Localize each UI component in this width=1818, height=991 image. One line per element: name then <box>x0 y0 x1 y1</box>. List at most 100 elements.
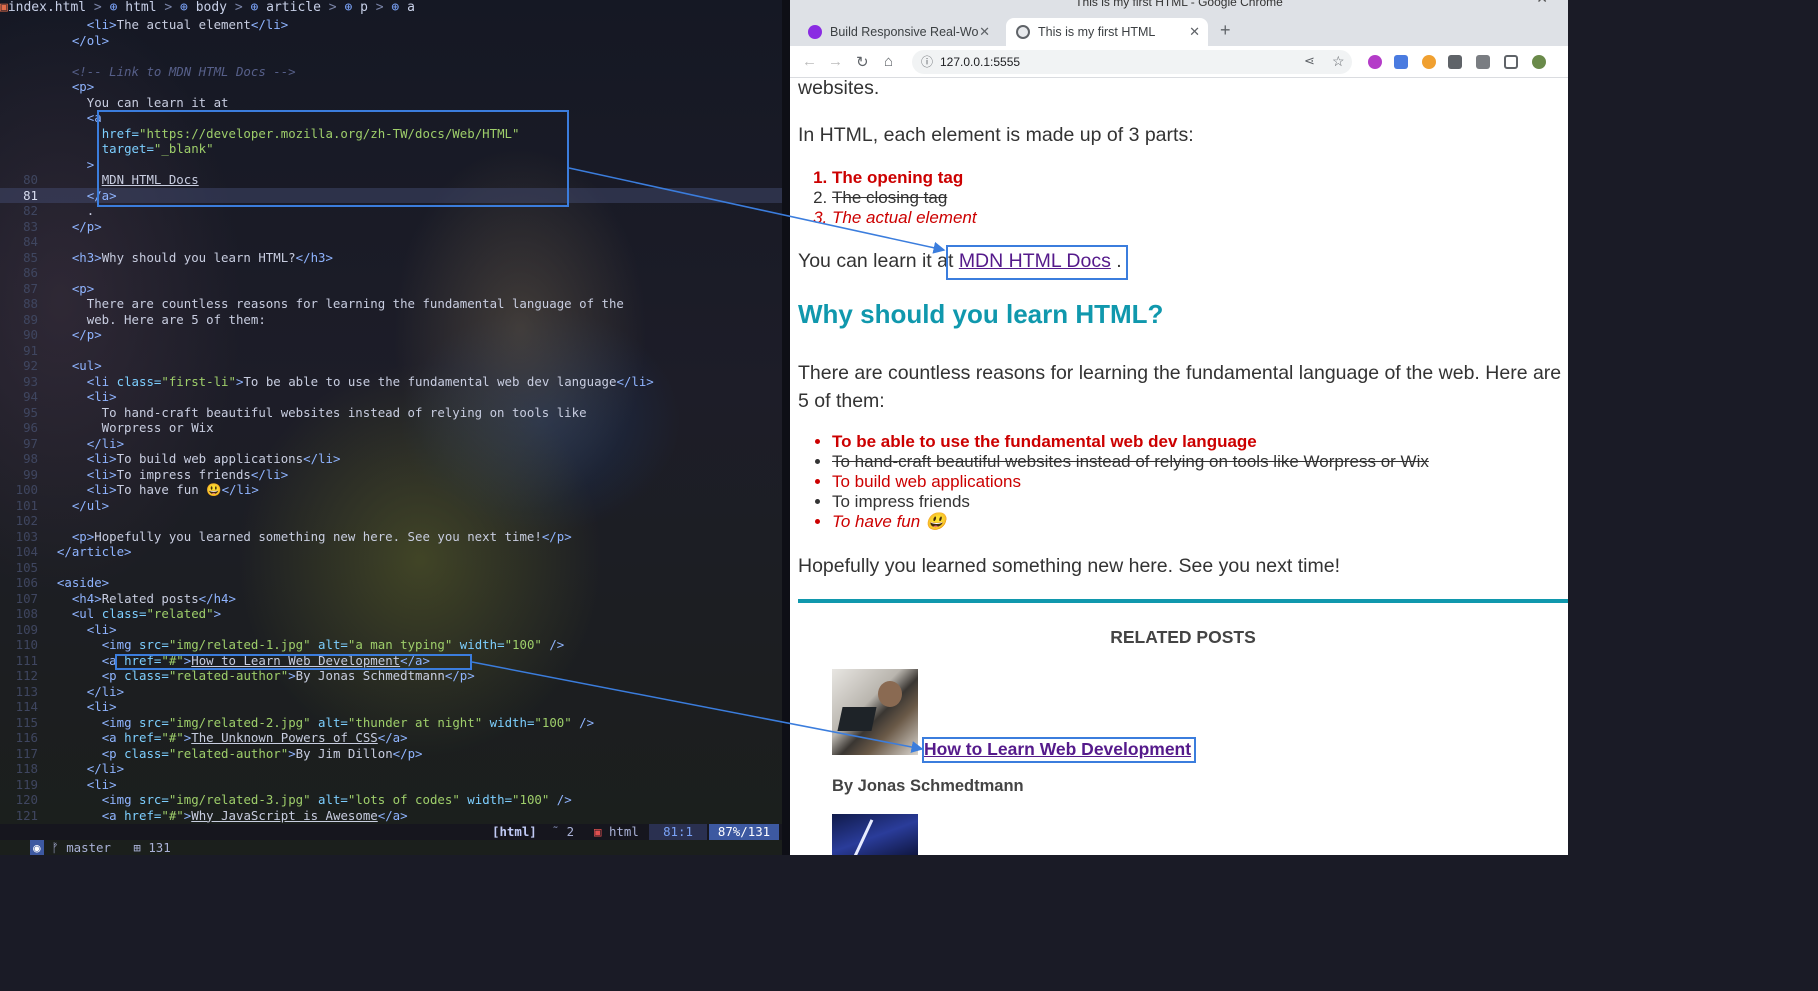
code-line[interactable]: 89 web. Here are 5 of them: <box>0 312 782 328</box>
home-icon[interactable]: ⌂ <box>884 53 893 70</box>
code-line[interactable]: 119 <li> <box>0 777 782 793</box>
code-line[interactable]: 105 <box>0 560 782 576</box>
extension-1-icon[interactable] <box>1368 55 1382 69</box>
close-tab-icon[interactable]: ✕ <box>979 24 990 40</box>
code-line[interactable]: 100 <li>To have fun 😃</li> <box>0 482 782 498</box>
line-number: 92 <box>23 358 38 373</box>
code-line[interactable]: 86 <box>0 265 782 281</box>
code-line[interactable]: 91 <box>0 343 782 359</box>
code-line[interactable]: 118 </li> <box>0 761 782 777</box>
line-number: 105 <box>15 559 38 575</box>
code-line[interactable]: 121 <a href="#">Why JavaScript is Awesom… <box>0 808 782 824</box>
line-number: 120 <box>15 792 38 807</box>
code-line[interactable]: 84 <box>0 234 782 250</box>
code-line[interactable]: 106 <aside> <box>0 575 782 591</box>
breadcrumb-item[interactable]: p <box>360 0 368 15</box>
code-line[interactable] <box>0 48 782 64</box>
list-item: The opening tag <box>832 168 977 188</box>
code-line[interactable]: 95 To hand-craft beautiful websites inst… <box>0 405 782 421</box>
line-number: 109 <box>15 621 38 637</box>
code-line[interactable]: 113 </li> <box>0 684 782 700</box>
scroll-percent: 87%/131 <box>709 824 779 840</box>
code-line[interactable]: 96 Worpress or Wix <box>0 420 782 436</box>
code-line[interactable]: 104 </article> <box>0 544 782 560</box>
line-number: 121 <box>15 807 38 823</box>
code-line[interactable]: 116 <a href="#">The Unknown Powers of CS… <box>0 730 782 746</box>
code-line[interactable]: <p> <box>0 79 782 95</box>
pane-divider[interactable] <box>782 0 790 855</box>
line-number: 113 <box>15 683 38 699</box>
code-line[interactable]: 88 There are countless reasons for learn… <box>0 296 782 312</box>
line-number: 102 <box>15 513 38 528</box>
code-line[interactable]: 103 <p>Hopefully you learned something n… <box>0 529 782 545</box>
code-line[interactable]: You can learn it at <box>0 95 782 111</box>
share-icon[interactable]: ⋖ <box>1304 53 1315 69</box>
media-icon[interactable] <box>1476 55 1490 69</box>
tab-build-responsive[interactable]: Build Responsive Real-Wo ✕ <box>798 18 998 46</box>
breadcrumb-item[interactable]: body <box>196 0 227 15</box>
extensions-puzzle-icon[interactable] <box>1448 55 1462 69</box>
code-line[interactable]: </ol> <box>0 33 782 49</box>
code-line[interactable]: 117 <p class="related-author">By Jim Dil… <box>0 746 782 762</box>
breadcrumb-item[interactable]: index.html <box>8 0 86 15</box>
code-line[interactable]: 110 <img src="img/related-1.jpg" alt="a … <box>0 637 782 653</box>
side-panel-icon[interactable] <box>1504 55 1518 69</box>
html-file-icon: ▣ <box>594 824 602 839</box>
close-tab-icon[interactable]: ✕ <box>1189 24 1200 40</box>
breadcrumb-item[interactable]: html <box>125 0 156 15</box>
reload-icon[interactable]: ↻ <box>856 53 869 71</box>
filetype-bracket: [html] <box>492 824 537 839</box>
code-line[interactable]: 120 <img src="img/related-3.jpg" alt="lo… <box>0 792 782 808</box>
code-line[interactable]: 93 <li class="first-li">To be able to us… <box>0 374 782 390</box>
breadcrumb-item[interactable]: a <box>407 0 415 15</box>
related-image-man-typing <box>832 669 918 755</box>
code-line[interactable]: 108 <ul class="related"> <box>0 606 782 622</box>
code-line[interactable]: 87 <p> <box>0 281 782 297</box>
code-line[interactable]: 94 <li> <box>0 389 782 405</box>
code-line[interactable]: 92 <ul> <box>0 358 782 374</box>
line-number: 117 <box>15 745 38 761</box>
address-bar[interactable]: ⓘ 127.0.0.1:5555 <box>912 50 1352 74</box>
avatar[interactable] <box>1532 55 1546 69</box>
change-count: 2 <box>566 824 575 839</box>
code-editor[interactable]: ▣index.html > ⊕ html > ⊕ body > ⊕ articl… <box>0 0 782 855</box>
site-info-icon[interactable]: ⓘ <box>921 50 933 74</box>
tab-first-html[interactable]: This is my first HTML ✕ <box>1006 18 1208 46</box>
code-line[interactable]: 102 <box>0 513 782 529</box>
line-number: 107 <box>15 590 38 606</box>
code-line[interactable]: 97 </li> <box>0 436 782 452</box>
code-line[interactable]: 115 <img src="img/related-2.jpg" alt="th… <box>0 715 782 731</box>
code-line[interactable]: 109 <li> <box>0 622 782 638</box>
tab-label: Build Responsive Real-Wo <box>830 25 979 39</box>
code-line[interactable]: 85 <h3>Why should you learn HTML?</h3> <box>0 250 782 266</box>
list-item: The closing tag <box>832 188 977 208</box>
code-line[interactable]: 98 <li>To build web applications</li> <box>0 451 782 467</box>
code-line[interactable]: 101 </ul> <box>0 498 782 514</box>
code-line[interactable]: 99 <li>To impress friends</li> <box>0 467 782 483</box>
code-line[interactable]: 107 <h4>Related posts</h4> <box>0 591 782 607</box>
filetype: html <box>608 824 639 839</box>
code-line[interactable]: 90 </p> <box>0 327 782 343</box>
element-icon: ⊕ <box>391 0 408 15</box>
extension-3-icon[interactable] <box>1422 55 1436 69</box>
back-icon[interactable]: ← <box>802 53 817 70</box>
parts-list: The opening tag The closing tag The actu… <box>832 168 977 228</box>
reasons-list: To be able to use the fundamental web de… <box>832 432 1429 532</box>
translate-icon[interactable] <box>1394 55 1408 69</box>
code-line[interactable]: <!-- Link to MDN HTML Docs --> <box>0 64 782 80</box>
line-number: 87 <box>23 280 38 296</box>
list-item: To build web applications <box>832 472 1429 492</box>
line-number: 100 <box>15 482 38 497</box>
bookmark-star-icon[interactable]: ☆ <box>1332 53 1345 70</box>
code-line[interactable]: 83 </p> <box>0 219 782 235</box>
new-tab-icon[interactable]: + <box>1220 20 1231 41</box>
line-number: 83 <box>23 218 38 234</box>
code-line[interactable]: 112 <p class="related-author">By Jonas S… <box>0 668 782 684</box>
code-line[interactable]: 114 <li> <box>0 699 782 715</box>
forward-icon[interactable]: → <box>828 53 843 70</box>
line-number: 114 <box>15 699 38 714</box>
breadcrumb-item[interactable]: article <box>266 0 321 15</box>
line-count: 131 <box>148 840 171 855</box>
line-number: 103 <box>15 528 38 544</box>
code-line[interactable]: <li>The actual element</li> <box>0 17 782 33</box>
